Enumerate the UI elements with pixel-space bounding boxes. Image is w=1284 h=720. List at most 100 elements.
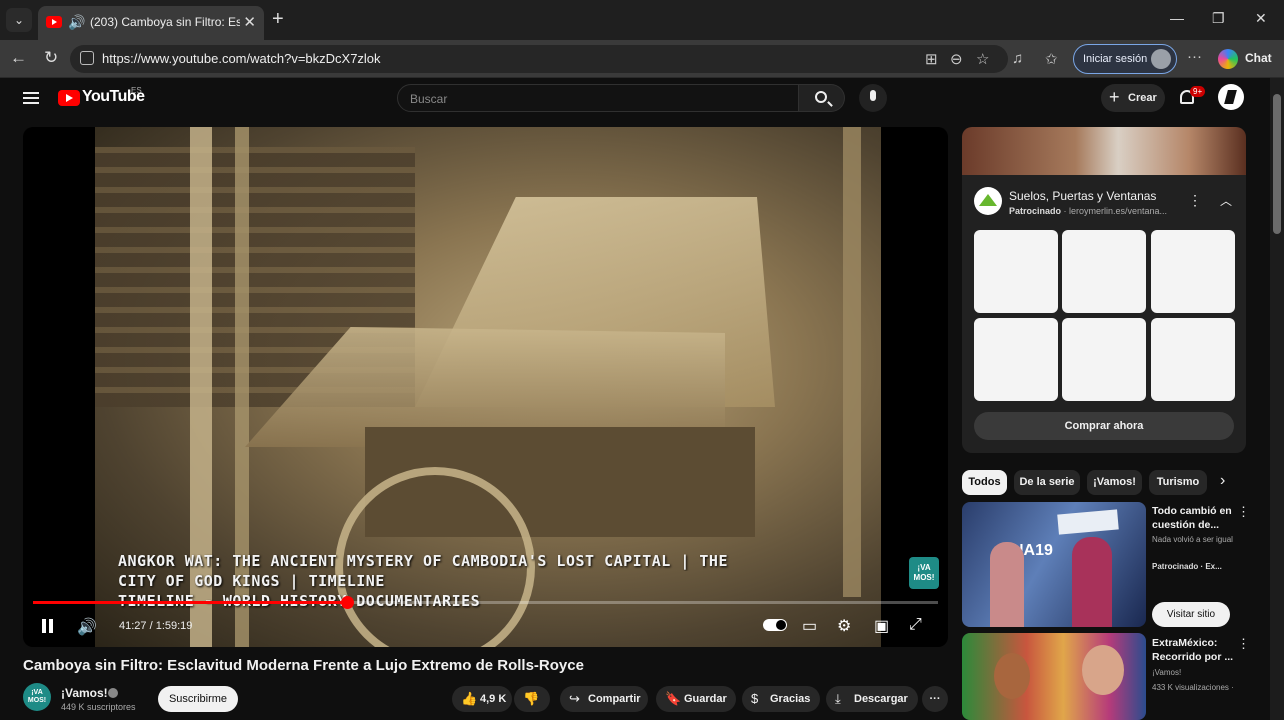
thumb-person: [1082, 645, 1124, 695]
rec-title[interactable]: ExtraMéxico: Recorrido por ...: [1152, 636, 1234, 664]
search-placeholder: Buscar: [410, 92, 448, 106]
channel-name[interactable]: ¡Vamos!: [61, 686, 108, 700]
address-toolbar: ← ↻ https://www.youtube.com/watch?v=bkzD…: [0, 40, 1284, 78]
video-thumbnail[interactable]: [962, 633, 1146, 720]
zoom-icon[interactable]: ⊖: [950, 50, 963, 68]
speaker-icon[interactable]: 🔊: [68, 14, 85, 31]
favorites-icon[interactable]: ✩: [1045, 50, 1058, 68]
account-avatar[interactable]: [1218, 84, 1244, 110]
profile-avatar-icon: [1151, 49, 1171, 69]
ad-product-image[interactable]: [974, 318, 1058, 401]
caption-line: ANGKOR WAT: THE ANCIENT MYSTERY OF CAMBO…: [118, 552, 728, 570]
more-options-icon[interactable]: ···: [1187, 48, 1202, 65]
ad-product-image[interactable]: [974, 230, 1058, 313]
new-tab-plus-icon[interactable]: +: [272, 8, 284, 30]
theater-mode-icon[interactable]: ▣: [874, 616, 889, 636]
favorite-star-icon[interactable]: ☆: [976, 50, 989, 68]
chips-next-chevron-icon[interactable]: ›: [1220, 472, 1225, 490]
ad-menu-dots-icon[interactable]: ⋮: [1188, 192, 1202, 209]
ad-product-image[interactable]: [1062, 318, 1146, 401]
copilot-logo-icon: [1218, 49, 1238, 69]
minimize-icon[interactable]: —: [1170, 10, 1184, 26]
progress-fill: [33, 601, 348, 604]
rec-menu-dots-icon[interactable]: ⋮: [1237, 504, 1250, 520]
ad-banner-image[interactable]: [962, 127, 1246, 175]
media-control-icon[interactable]: ♫: [1012, 50, 1023, 67]
ad-title[interactable]: Suelos, Puertas y Ventanas: [1009, 189, 1156, 203]
subtitles-icon[interactable]: ▭: [802, 616, 817, 636]
verified-check-icon: [108, 688, 118, 698]
back-arrow-icon[interactable]: ←: [10, 48, 27, 68]
rec-title[interactable]: Todo cambió en cuestión de...: [1152, 504, 1234, 532]
video-thumbnail[interactable]: NA19: [962, 502, 1146, 627]
restore-icon[interactable]: ❐: [1212, 10, 1225, 27]
shop-now-button[interactable]: Comprar ahora: [974, 412, 1234, 440]
rec-menu-dots-icon[interactable]: ⋮: [1237, 636, 1250, 652]
ad-product-image[interactable]: [1151, 318, 1235, 401]
search-input[interactable]: Buscar: [397, 84, 799, 112]
create-label: Crear: [1128, 92, 1157, 104]
search-button[interactable]: [799, 84, 845, 112]
thanks-label: Gracias: [770, 693, 811, 705]
window-close-icon[interactable]: ✕: [1255, 10, 1267, 27]
tab-actions-chevron-icon[interactable]: ⌄: [6, 8, 32, 32]
rec-channel[interactable]: ¡Vamos!: [1152, 667, 1236, 678]
fullscreen-icon[interactable]: ⤢: [909, 616, 922, 634]
browser-tab-active[interactable]: 🔊 (203) Camboya sin Filtro: Esclavitud M…: [38, 6, 264, 40]
site-info-icon[interactable]: [80, 51, 94, 65]
scrubber-handle[interactable]: [341, 596, 355, 609]
url-text[interactable]: https://www.youtube.com/watch?v=bkzDcX7z…: [102, 51, 381, 66]
rec-meta: Nada volvió a ser igual: [1152, 535, 1233, 544]
thumbs-up-icon: 👍: [461, 691, 478, 706]
tree-trunk: [843, 127, 861, 597]
chip-todos[interactable]: Todos: [962, 470, 1007, 495]
app-available-icon[interactable]: ⊞: [925, 50, 938, 68]
refresh-icon[interactable]: ↻: [44, 48, 58, 68]
ad-product-image[interactable]: [1151, 230, 1235, 313]
dislike-button[interactable]: 👎: [514, 686, 550, 712]
voice-search-mic-icon[interactable]: [859, 84, 887, 112]
channel-avatar[interactable]: ¡VA MOS!: [23, 683, 51, 711]
browser-tab-bar: ⌄ 🔊 (203) Camboya sin Filtro: Esclavitud…: [0, 0, 1284, 40]
channel-watermark[interactable]: ¡VA MOS!: [909, 557, 939, 589]
thanks-button[interactable]: $ Gracias: [742, 686, 820, 712]
menu-hamburger-icon[interactable]: [23, 92, 39, 104]
page-scrollbar-thumb[interactable]: [1273, 94, 1281, 234]
chip-turismo[interactable]: Turismo: [1149, 470, 1207, 495]
subscribe-button[interactable]: Suscribirme: [158, 686, 238, 712]
volume-icon[interactable]: 🔊: [77, 617, 97, 637]
settings-gear-icon[interactable]: ⚙: [837, 616, 851, 636]
chip-vamos[interactable]: ¡Vamos!: [1087, 470, 1142, 495]
download-icon: ⤓: [835, 691, 841, 706]
copilot-chat-button[interactable]: Chat: [1218, 47, 1278, 71]
signin-label: Iniciar sesión: [1083, 53, 1148, 65]
more-actions-icon[interactable]: ···: [922, 686, 948, 712]
thumb-person: [990, 542, 1024, 627]
leroy-merlin-logo-icon[interactable]: [974, 187, 1002, 215]
thumb-person: [994, 653, 1030, 699]
like-button[interactable]: 👍 4,9 K: [452, 686, 512, 712]
ad-product-image[interactable]: [1062, 230, 1146, 313]
share-button[interactable]: ↪ Compartir: [560, 686, 648, 712]
bookmark-icon: 🔖: [665, 691, 682, 706]
ad-domain: leroymerlin.es/ventana...: [1069, 206, 1168, 216]
video-player[interactable]: ANGKOR WAT: THE ANCIENT MYSTERY OF CAMBO…: [23, 127, 948, 647]
chip-de-la-serie[interactable]: De la serie: [1014, 470, 1080, 495]
youtube-header: YouTube ES Buscar + Crear 9+: [0, 78, 1270, 122]
thumb-screen: [1057, 509, 1119, 535]
tab-close-icon[interactable]: ✕: [243, 13, 256, 31]
signin-button[interactable]: Iniciar sesión: [1073, 44, 1177, 74]
save-label: Guardar: [684, 693, 727, 705]
ad-collapse-chevron-icon[interactable]: ︿: [1220, 192, 1232, 209]
create-button[interactable]: + Crear: [1101, 84, 1165, 112]
download-button[interactable]: ⤓ Descargar: [826, 686, 918, 712]
search-icon: [815, 91, 827, 103]
youtube-logo-icon[interactable]: [58, 90, 80, 106]
save-button[interactable]: 🔖 Guardar: [656, 686, 736, 712]
progress-bar[interactable]: [33, 596, 938, 609]
download-label: Descargar: [854, 693, 908, 705]
visit-site-button[interactable]: Visitar sitio: [1152, 602, 1230, 627]
autoplay-toggle[interactable]: [763, 619, 787, 631]
address-bar[interactable]: https://www.youtube.com/watch?v=bkzDcX7z…: [70, 45, 1008, 73]
pause-icon[interactable]: [42, 619, 53, 633]
